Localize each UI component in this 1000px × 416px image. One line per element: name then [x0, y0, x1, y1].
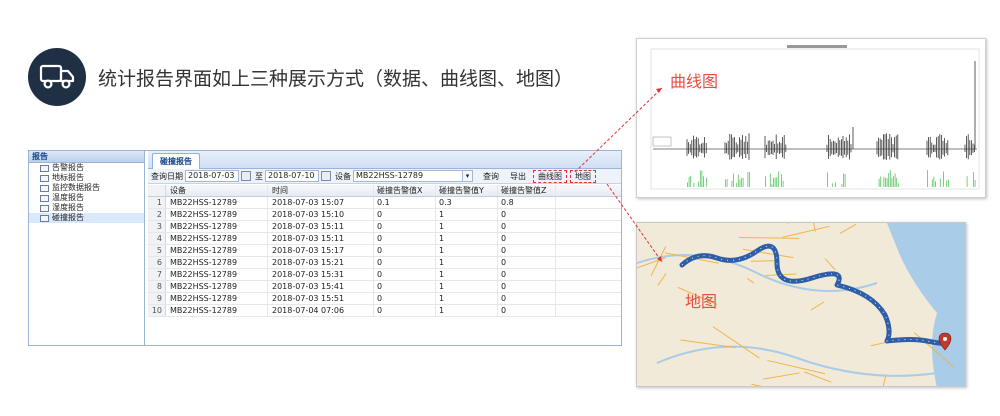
arrow-to-chart-head — [656, 88, 662, 93]
arrow-to-chart — [574, 87, 663, 173]
arrow-to-map-head — [657, 256, 662, 262]
arrow-to-map — [606, 183, 663, 263]
connector-arrows — [574, 87, 663, 263]
